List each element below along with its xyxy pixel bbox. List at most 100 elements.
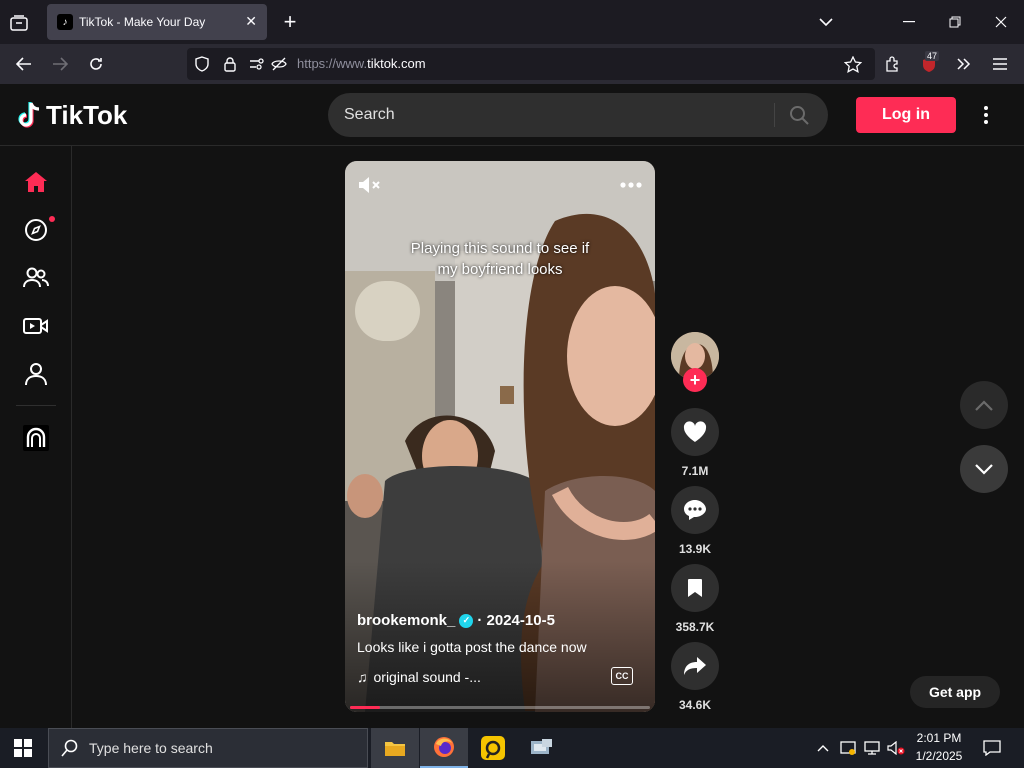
search-divider [774, 103, 775, 127]
previous-video-button[interactable] [960, 381, 1008, 429]
comment-icon [684, 500, 706, 520]
comment-action[interactable]: 13.9K [670, 486, 720, 556]
save-action[interactable]: 358.7K [670, 564, 720, 634]
save-button[interactable] [671, 564, 719, 612]
video-more-icon[interactable] [619, 177, 643, 193]
shield-icon[interactable] [193, 55, 211, 73]
tray-update-icon[interactable] [838, 738, 858, 758]
save-count: 358.7K [675, 620, 715, 634]
muted-speaker-icon[interactable] [357, 175, 383, 195]
like-button[interactable] [671, 408, 719, 456]
overflow-chevrons-icon[interactable] [954, 54, 974, 74]
network-icon[interactable] [862, 738, 882, 758]
share-count: 34.6K [678, 698, 712, 712]
taskbar-search[interactable]: Type here to search [48, 728, 368, 768]
bookmark-star-icon[interactable] [843, 54, 863, 74]
share-action[interactable]: 34.6K [670, 642, 720, 712]
yellow-app-icon [481, 736, 505, 760]
windows-start-icon[interactable] [12, 738, 34, 758]
video-author-row: brookemonk_ ✓ · 2024-10-5 [357, 612, 555, 629]
notifications-icon[interactable] [982, 738, 1002, 758]
profile-icon [25, 363, 47, 386]
sidebar-item-profile[interactable] [20, 358, 52, 390]
login-button[interactable]: Log in [856, 97, 956, 133]
video-description: Looks like i gotta post the dance now [357, 639, 587, 655]
close-window-icon[interactable] [990, 12, 1012, 32]
reload-icon[interactable] [86, 54, 106, 74]
taskbar-date[interactable]: 1/2/2025 [906, 749, 972, 763]
heart-icon [683, 421, 707, 442]
sidebar-divider [16, 405, 56, 406]
post-date: · 2024-10-5 [477, 612, 555, 629]
sidebar-item-home[interactable] [20, 166, 52, 198]
permissions-icon[interactable] [247, 55, 267, 73]
follow-plus-icon[interactable]: + [683, 368, 707, 392]
back-icon[interactable] [14, 54, 34, 74]
like-action[interactable]: 7.1M [670, 408, 720, 478]
pinned-app-yellow[interactable] [469, 728, 517, 768]
chevron-down-icon[interactable] [816, 12, 836, 32]
restore-icon[interactable] [944, 12, 966, 32]
sidebar-item-live[interactable] [20, 310, 52, 342]
browser-tab[interactable]: ♪ TikTok - Make Your Day ✕ [47, 4, 267, 40]
music-note-icon: ♫ [357, 669, 368, 685]
firefox-app[interactable] [420, 728, 468, 768]
address-bar[interactable]: https://www.tiktok.com [187, 48, 875, 80]
notification-dot [49, 216, 55, 222]
sidebar-item-following[interactable] [20, 262, 52, 294]
tiktok-logo[interactable]: TikTok [16, 100, 127, 131]
taskbar-time[interactable]: 2:01 PM [906, 731, 972, 745]
chevron-up-icon [975, 399, 993, 411]
video-player[interactable]: Playing this sound to see if my boyfrien… [345, 161, 655, 712]
taskbar-search-placeholder: Type here to search [89, 740, 213, 756]
windows-taskbar: Type here to search 2:01 PM 1/2/2025 [0, 728, 1024, 768]
effect-house-icon [23, 425, 49, 451]
bookmark-icon [688, 579, 702, 597]
pinned-app-network[interactable] [518, 728, 566, 768]
file-explorer-app[interactable] [371, 728, 419, 768]
comment-button[interactable] [671, 486, 719, 534]
hamburger-menu-icon[interactable] [990, 54, 1010, 74]
more-options-icon[interactable] [976, 104, 996, 126]
share-button[interactable] [671, 642, 719, 690]
sidebar-item-effect-house[interactable] [20, 422, 52, 454]
search-input[interactable] [344, 93, 764, 137]
tab-list-icon[interactable] [8, 12, 30, 34]
comment-count: 13.9K [678, 542, 712, 556]
sound-row[interactable]: ♫ original sound -... [357, 669, 481, 685]
search-box[interactable] [328, 93, 828, 137]
verified-badge-icon: ✓ [459, 613, 474, 628]
progress-fill [350, 706, 380, 709]
tiktok-favicon-icon: ♪ [57, 14, 73, 30]
tray-chevron-up-icon[interactable] [814, 738, 832, 758]
search-icon[interactable] [788, 104, 810, 126]
author-avatar-action[interactable]: + [670, 332, 720, 392]
close-tab-icon[interactable]: ✕ [245, 13, 257, 30]
author-name[interactable]: brookemonk_ [357, 612, 455, 629]
following-users-icon [23, 267, 49, 288]
tiktok-note-icon [18, 101, 40, 128]
extension-badge: 47 [925, 51, 940, 61]
video-caption-line2: my boyfriend looks [437, 261, 563, 278]
closed-captions-icon[interactable]: CC [611, 667, 633, 685]
minimize-icon[interactable] [898, 12, 920, 32]
extensions-icon[interactable] [883, 54, 903, 74]
get-app-button[interactable]: Get app [910, 676, 1000, 708]
new-tab-icon[interactable]: + [280, 9, 300, 34]
tiktok-page: TikTok Log in [0, 84, 1024, 728]
sidebar-nav [0, 146, 72, 728]
url-text[interactable]: https://www.tiktok.com [297, 56, 426, 71]
lock-icon[interactable] [221, 55, 239, 73]
tab-title: TikTok - Make Your Day [79, 15, 206, 29]
progress-bar[interactable] [350, 706, 650, 709]
folder-icon [385, 742, 405, 756]
forward-icon[interactable] [50, 54, 70, 74]
volume-muted-icon[interactable] [886, 738, 906, 758]
home-icon [25, 172, 47, 192]
sidebar-item-explore[interactable] [20, 214, 55, 246]
tracking-blocked-icon[interactable] [269, 55, 289, 73]
firefox-icon [434, 737, 454, 757]
share-arrow-icon [684, 657, 706, 675]
sound-name: original sound -... [373, 669, 481, 685]
next-video-button[interactable] [960, 445, 1008, 493]
